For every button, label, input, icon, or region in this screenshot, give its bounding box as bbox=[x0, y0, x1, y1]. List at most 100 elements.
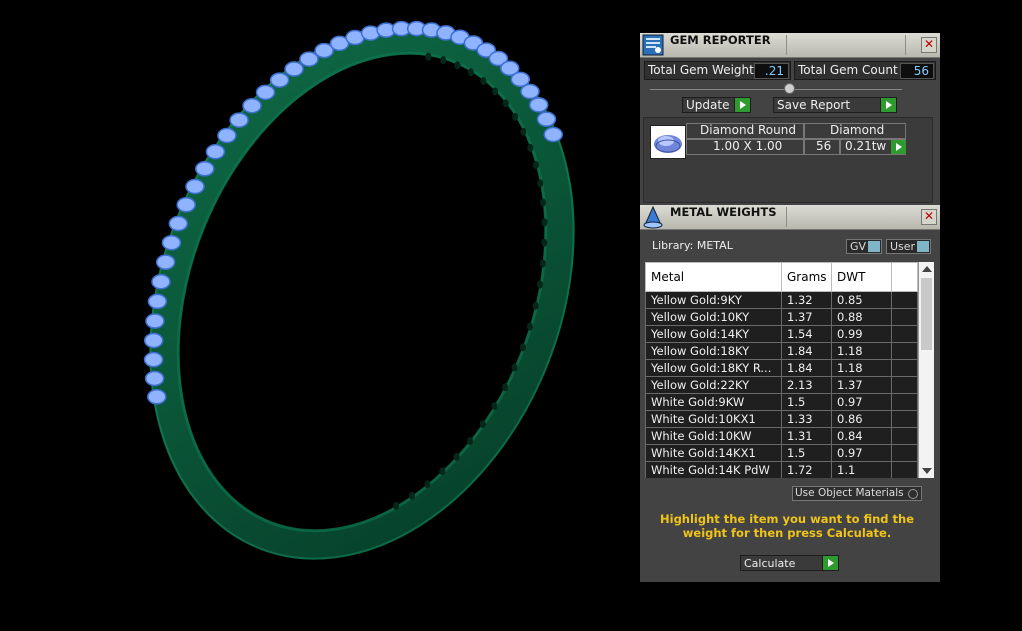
eternity-ring-render bbox=[143, 20, 575, 560]
ring-hole bbox=[520, 127, 527, 136]
metal-weights-close-button[interactable]: ✕ bbox=[921, 209, 937, 225]
table-row[interactable]: Yellow Gold:18KY R... 1.84 1.18 bbox=[645, 359, 918, 377]
gem-reporter-close-button[interactable]: ✕ bbox=[921, 37, 937, 53]
play-icon bbox=[734, 98, 750, 112]
ring-hole bbox=[532, 301, 539, 310]
grams-cell: 1.33 bbox=[781, 410, 832, 428]
metal-table: Metal Grams DWT Yellow Gold:9KY 1.32 0.85 Y… bbox=[645, 262, 918, 478]
titlebar-separator bbox=[786, 207, 787, 227]
splitter-handle[interactable] bbox=[650, 89, 902, 90]
scrollbar-thumb[interactable] bbox=[921, 278, 932, 350]
gem-stone bbox=[143, 332, 164, 349]
ring-hole bbox=[408, 491, 415, 500]
total-gem-count-value: 56 bbox=[900, 63, 934, 79]
grams-cell: 1.37 bbox=[781, 308, 832, 326]
ring-hole bbox=[492, 87, 499, 96]
metal-table-scrollbar[interactable] bbox=[918, 262, 934, 478]
gem-stone bbox=[543, 126, 563, 143]
grams-cell: 1.54 bbox=[781, 325, 832, 343]
empty-cell bbox=[891, 291, 918, 309]
dwt-cell: 0.99 bbox=[831, 325, 892, 343]
save-report-button[interactable]: Save Report bbox=[773, 97, 897, 113]
gem-stone bbox=[144, 370, 165, 387]
calculate-button[interactable]: Calculate bbox=[740, 555, 839, 571]
gem-reporter-panel: GEM REPORTER ✕ Total Gem Weight .21 Tota… bbox=[640, 33, 940, 205]
gem-count: 56 bbox=[816, 139, 832, 153]
gem-stone bbox=[269, 72, 290, 88]
gem-row-play-button[interactable] bbox=[891, 140, 906, 154]
splitter-knob[interactable] bbox=[784, 83, 795, 94]
update-button-label: Update bbox=[686, 98, 730, 112]
round-diamond-icon bbox=[650, 125, 686, 159]
ring-hole bbox=[502, 383, 509, 392]
column-header-grams[interactable]: Grams bbox=[781, 262, 832, 292]
metal-weights-panel: METAL WEIGHTS ✕ Library: METAL GV User M… bbox=[640, 205, 940, 582]
metal-table-container: Metal Grams DWT Yellow Gold:9KY 1.32 0.85 Y… bbox=[645, 262, 934, 478]
gem-reporter-titlebar[interactable]: GEM REPORTER ✕ bbox=[640, 33, 940, 58]
metal-weights-icon bbox=[643, 205, 663, 229]
gv-toggle[interactable]: GV bbox=[846, 239, 882, 254]
metal-cell: White Gold:9KW bbox=[645, 393, 782, 411]
play-icon bbox=[822, 556, 838, 570]
use-object-materials-toggle[interactable]: Use Object Materials bbox=[792, 486, 922, 501]
gem-stone bbox=[217, 127, 237, 144]
gv-label: GV bbox=[850, 240, 867, 253]
empty-cell bbox=[891, 308, 918, 326]
update-button[interactable]: Update bbox=[682, 97, 751, 113]
table-row[interactable]: White Gold:14KX1 1.5 0.97 bbox=[645, 444, 918, 462]
ring-hole bbox=[467, 68, 474, 77]
gem-stone bbox=[205, 143, 226, 160]
gem-stone bbox=[520, 83, 540, 100]
table-row[interactable]: Yellow Gold:14KY 1.54 0.99 bbox=[645, 325, 918, 343]
gem-stone bbox=[185, 178, 205, 195]
ring-hole bbox=[424, 480, 431, 489]
gem-type: Diamond bbox=[830, 123, 885, 137]
ring-hole bbox=[539, 259, 546, 268]
save-report-button-label: Save Report bbox=[777, 98, 851, 112]
scroll-up-icon[interactable] bbox=[922, 266, 932, 272]
gem-stone bbox=[176, 197, 196, 213]
table-row[interactable]: Yellow Gold:18KY 1.84 1.18 bbox=[645, 342, 918, 360]
gem-stone bbox=[168, 215, 189, 232]
dwt-cell: 0.97 bbox=[831, 393, 892, 411]
empty-cell bbox=[891, 427, 918, 445]
gem-stone bbox=[151, 274, 171, 290]
gem-reporter-title: GEM REPORTER bbox=[670, 33, 771, 47]
table-row[interactable]: White Gold:10KW 1.31 0.84 bbox=[645, 427, 918, 445]
titlebar-separator bbox=[786, 35, 787, 55]
table-row[interactable]: White Gold:14K PdW 1.72 1.1 bbox=[645, 461, 918, 478]
gem-weight: 0.21tw bbox=[845, 139, 887, 153]
table-row[interactable]: Yellow Gold:9KY 1.32 0.85 bbox=[645, 291, 918, 309]
metal-cell: Yellow Gold:10KY bbox=[645, 308, 782, 326]
dwt-cell: 1.37 bbox=[831, 376, 892, 394]
empty-cell bbox=[891, 376, 918, 394]
titlebar-separator bbox=[905, 35, 906, 55]
play-icon bbox=[880, 98, 896, 112]
column-header-dwt[interactable]: DWT bbox=[831, 262, 892, 292]
library-label: Library: METAL bbox=[652, 239, 733, 252]
ring-hole bbox=[479, 420, 486, 429]
total-gem-count-label: Total Gem Count bbox=[798, 63, 898, 77]
scroll-down-icon[interactable] bbox=[922, 468, 932, 474]
table-row[interactable]: White Gold:9KW 1.5 0.97 bbox=[645, 393, 918, 411]
metal-cell: Yellow Gold:14KY bbox=[645, 325, 782, 343]
table-row[interactable]: White Gold:10KX1 1.33 0.86 bbox=[645, 410, 918, 428]
empty-cell bbox=[891, 444, 918, 462]
metal-cell: Yellow Gold:18KY R... bbox=[645, 359, 782, 377]
gem-row[interactable]: Diamond Round Diamond 1.00 X 1.00 56 0.2… bbox=[644, 123, 909, 159]
metal-weights-title: METAL WEIGHTS bbox=[670, 205, 777, 219]
user-toggle[interactable]: User bbox=[886, 239, 931, 254]
ring-hole bbox=[527, 143, 534, 152]
metal-weights-hint: Highlight the item you want to find the … bbox=[660, 512, 914, 540]
column-header-metal[interactable]: Metal bbox=[645, 262, 782, 292]
table-row[interactable]: Yellow Gold:10KY 1.37 0.88 bbox=[645, 308, 918, 326]
ring-hole bbox=[439, 467, 446, 476]
dwt-cell: 0.85 bbox=[831, 291, 892, 309]
ring-hole bbox=[541, 238, 548, 247]
gem-size: 1.00 X 1.00 bbox=[713, 139, 783, 153]
metal-weights-titlebar[interactable]: METAL WEIGHTS ✕ bbox=[640, 205, 940, 230]
ring-hole bbox=[440, 56, 447, 65]
ring-hole bbox=[526, 322, 533, 331]
table-row[interactable]: Yellow Gold:22KY 2.13 1.37 bbox=[645, 376, 918, 394]
3d-viewport[interactable] bbox=[0, 0, 640, 627]
